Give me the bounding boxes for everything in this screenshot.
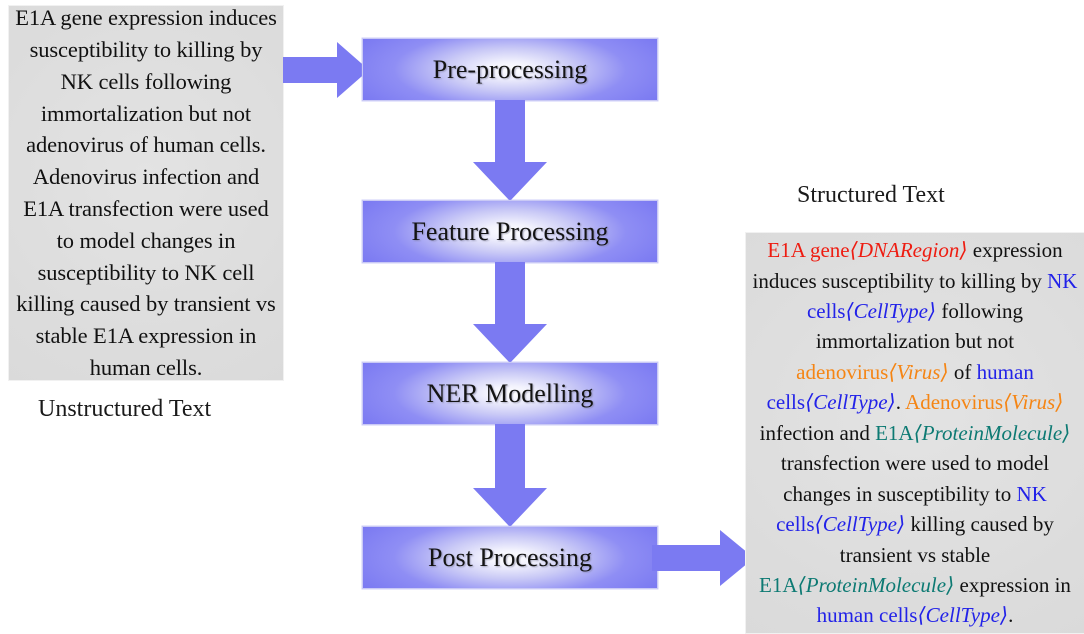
entity-mention: Adenovirus⟨Virus⟩ xyxy=(905,390,1064,415)
unstructured-text-body: E1A gene expression induces susceptibili… xyxy=(15,5,277,381)
process-step-label: Feature Processing xyxy=(411,216,609,246)
entity-type-tag: ⟨ProteinMolecule⟩ xyxy=(797,572,955,597)
entity-mention: E1A⟨ProteinMolecule⟩ xyxy=(875,420,1071,445)
entity-type-tag: ⟨CellType⟩ xyxy=(917,603,1009,628)
entity-type-tag: ⟨Virus⟩ xyxy=(1003,390,1064,415)
arrow-down-icon-1 xyxy=(473,100,547,201)
process-step-label: NER Modelling xyxy=(426,378,594,408)
plain-text-run: infection and xyxy=(759,420,876,445)
process-step-feature-processing[interactable]: Feature Processing xyxy=(362,200,658,263)
process-step-pre-processing[interactable]: Pre-processing xyxy=(362,38,658,101)
structured-text-caption: Structured Text xyxy=(797,182,945,208)
structured-text-panel: E1A gene⟨DNARegion⟩ expression induces s… xyxy=(745,232,1084,634)
unstructured-text-caption: Unstructured Text xyxy=(38,396,212,422)
entity-type-tag: ⟨CellType⟩ xyxy=(814,512,906,537)
unstructured-text-panel: E1A gene expression induces susceptibili… xyxy=(8,5,284,381)
arrow-down-icon-2 xyxy=(473,262,547,363)
process-step-label: Pre-processing xyxy=(432,54,588,84)
entity-mention: human cells⟨CellType⟩ xyxy=(816,603,1009,628)
entity-type-tag: ⟨CellType⟩ xyxy=(805,390,896,415)
process-step-ner-modelling[interactable]: NER Modelling xyxy=(362,362,658,425)
plain-text-run: of xyxy=(948,359,977,384)
structured-text-body: E1A gene⟨DNARegion⟩ expression induces s… xyxy=(746,235,1084,631)
arrow-right-output-icon xyxy=(652,530,754,586)
plain-text-run: transfection were used to model changes … xyxy=(780,451,1050,506)
process-step-label: Post Processing xyxy=(428,542,592,572)
plain-text-run: expression in xyxy=(954,572,1071,597)
plain-text-run: . xyxy=(1008,603,1014,628)
process-step-post-processing[interactable]: Post Processing xyxy=(362,526,658,589)
arrow-down-icon-3 xyxy=(473,424,547,527)
entity-mention: adenovirus⟨Virus⟩ xyxy=(796,359,949,384)
arrow-right-input-icon xyxy=(283,42,369,98)
entity-mention: E1A⟨ProteinMolecule⟩ xyxy=(759,572,955,597)
entity-type-tag: ⟨DNARegion⟩ xyxy=(849,238,968,263)
entity-mention: E1A gene⟨DNARegion⟩ xyxy=(767,238,968,263)
entity-type-tag: ⟨Virus⟩ xyxy=(888,359,949,384)
plain-text-run: . xyxy=(895,390,906,415)
entity-type-tag: ⟨CellType⟩ xyxy=(845,299,937,324)
entity-type-tag: ⟨ProteinMolecule⟩ xyxy=(913,420,1071,445)
